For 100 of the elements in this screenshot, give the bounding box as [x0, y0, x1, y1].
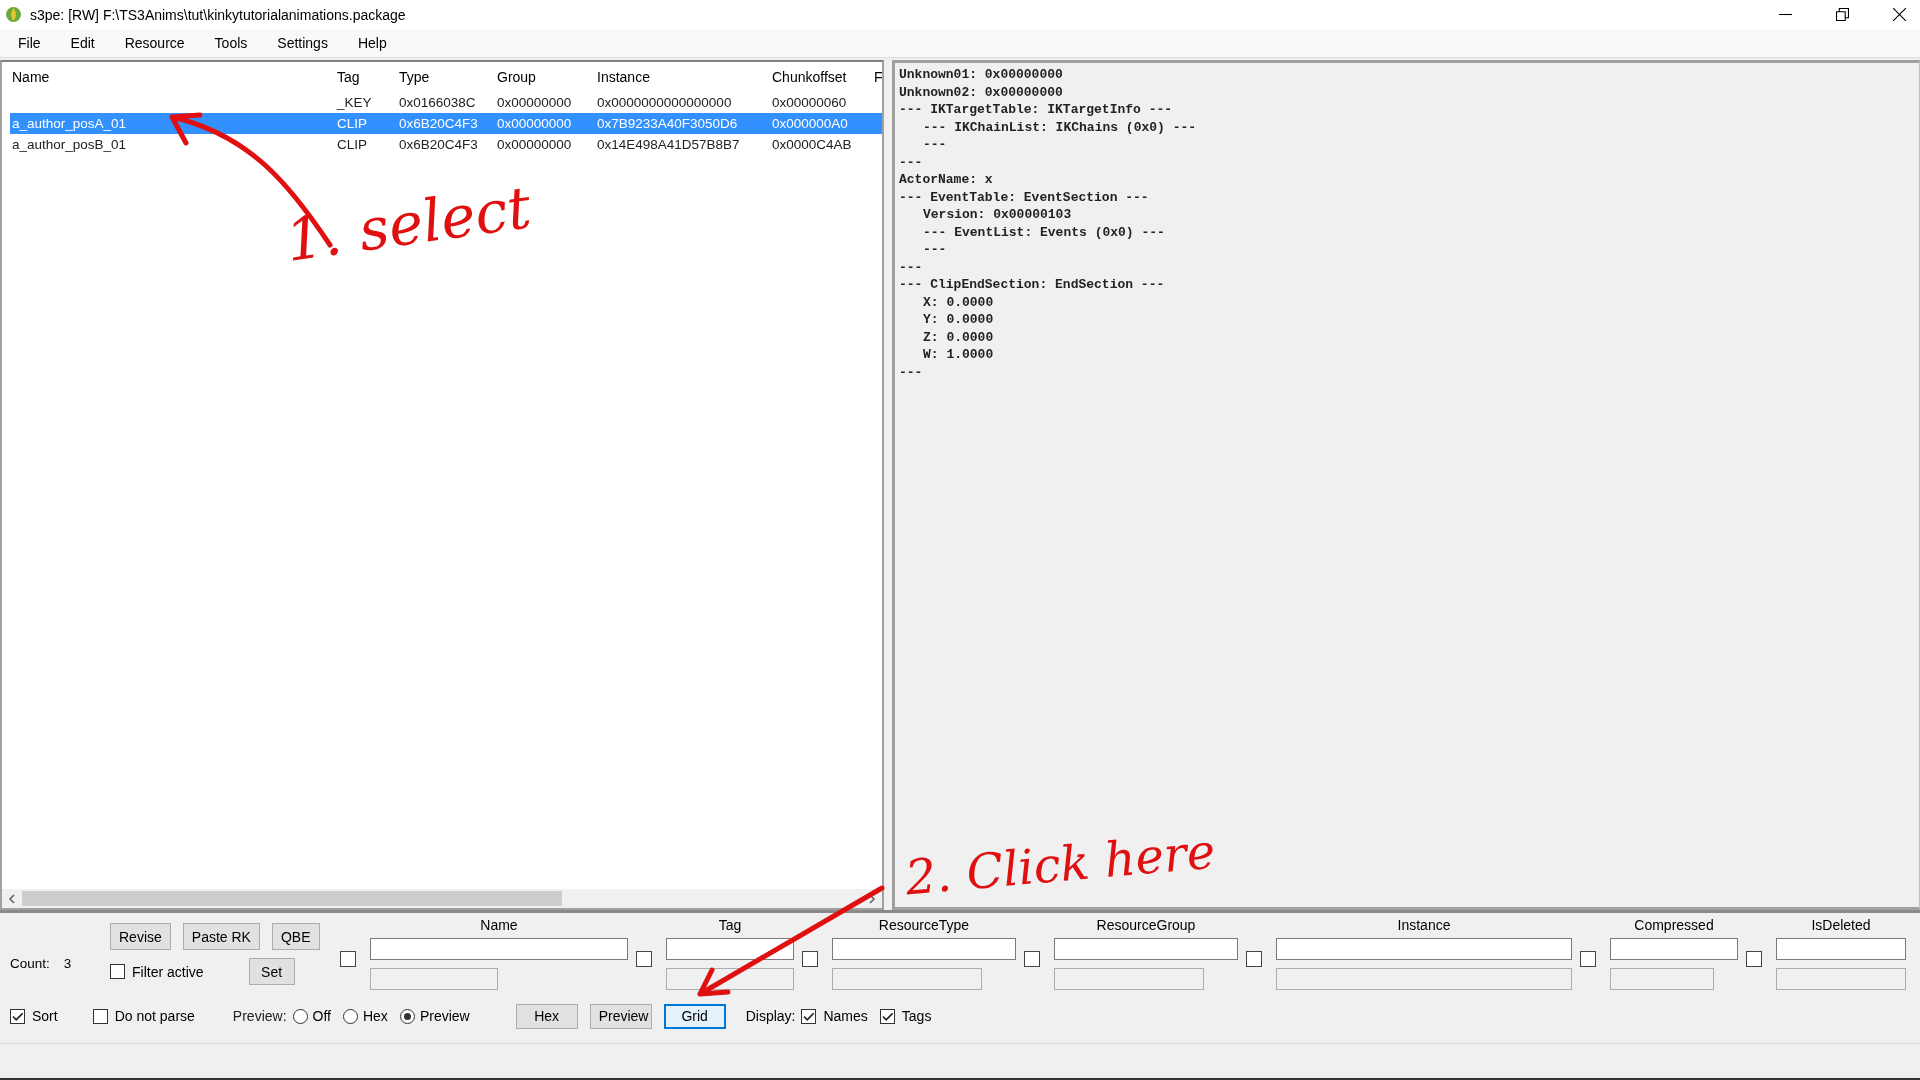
filter-input-field[interactable]	[1610, 938, 1738, 960]
table-cell: a_author_posB_01	[12, 137, 127, 152]
view-button[interactable]: Grid	[663, 1003, 726, 1029]
filter-input-field[interactable]	[370, 938, 628, 960]
preview-radio[interactable]	[292, 1008, 308, 1024]
menu-item[interactable]: Tools	[214, 35, 248, 51]
preview-line: --- IKChainList: IKChains (0x0) ---	[923, 119, 1197, 135]
preview-line: ---	[899, 364, 923, 380]
table-cell: 0x00000000	[497, 95, 572, 110]
filter-checkbox[interactable]	[1746, 951, 1762, 967]
column-header[interactable]: Instance	[597, 69, 772, 85]
table-cell: 0x000000A0	[772, 116, 848, 131]
filter-checkbox[interactable]	[1580, 951, 1596, 967]
column-header[interactable]: Tag	[337, 69, 399, 85]
resource-row[interactable]: a_author_posB_01 CLIP 0x6B20C4F3 0x00000000 0x14E498A41D57B8B7 0x0000C4AB	[10, 134, 882, 155]
table-cell: 0x0000000000000000	[597, 95, 732, 110]
preview-line: X: 0.0000	[923, 294, 994, 310]
preview-radio[interactable]	[342, 1008, 358, 1024]
column-header[interactable]: Type	[399, 69, 497, 85]
display-checkbox[interactable]	[801, 1008, 817, 1024]
preview-line: Unknown02: 0x00000000	[899, 84, 1063, 100]
preview-radio[interactable]	[399, 1008, 415, 1024]
preview-line: --- ClipEndSection: EndSection ---	[899, 277, 1165, 292]
table-cell: a_author_posA_01	[12, 116, 127, 131]
filter-input-field[interactable]	[1276, 938, 1572, 960]
filter-input-field[interactable]	[1776, 938, 1906, 960]
filter-checkbox[interactable]	[636, 951, 652, 967]
restore-icon[interactable]	[1836, 8, 1849, 21]
table-cell: CLIP	[337, 137, 367, 152]
set-button[interactable]: Set	[248, 958, 295, 985]
filter-checkbox[interactable]	[1246, 951, 1262, 967]
close-icon[interactable]	[1893, 8, 1906, 21]
window-title: s3pe: [RW] F:\TS3Anims\tut\kinkytutorialanimations.package	[30, 6, 406, 23]
view-button[interactable]: Preview	[589, 1003, 652, 1029]
radio-label: Off	[312, 1008, 331, 1024]
preview-label: Preview:	[232, 1008, 287, 1024]
filter-input-field[interactable]	[1054, 938, 1238, 960]
sort-checkbox[interactable]	[10, 1008, 25, 1024]
resource-row[interactable]: _KEY 0x0166038C 0x00000000 0x0000000000000000 0x00000060	[10, 92, 882, 113]
field-label: Name	[479, 916, 519, 935]
table-cell: 0x00000000	[497, 137, 572, 152]
field-label: IsDeleted	[1810, 916, 1872, 935]
checkbox-label: Sort	[32, 1008, 58, 1024]
checkbox-label: Names	[823, 1008, 868, 1024]
display-label: Display:	[745, 1008, 796, 1024]
annotation-text: 2. Click here	[903, 826, 1217, 902]
column-header[interactable]: F	[874, 69, 882, 85]
column-header[interactable]: Chunkoffset	[772, 69, 874, 85]
filter-active-checkbox[interactable]	[110, 964, 125, 979]
table-cell: _KEY	[337, 95, 372, 110]
checkbox-label: Tags	[901, 1008, 932, 1024]
horizontal-scrollbar[interactable]	[2, 889, 882, 908]
table-cell: 0x14E498A41D57B8B7	[597, 137, 740, 152]
menu-item[interactable]: Resource	[124, 35, 185, 51]
preview-line: --- IKTargetTable: IKTargetInfo ---	[899, 102, 1173, 117]
scroll-left-icon[interactable]	[8, 893, 16, 904]
scroll-thumb[interactable]	[22, 891, 562, 906]
preview-line: --- EventList: Events (0x0) ---	[923, 224, 1165, 240]
preview-line: Z: 0.0000	[923, 329, 994, 345]
count-label: Count:	[10, 956, 50, 973]
preview-line: ActorName: x	[899, 172, 993, 187]
table-cell: 0x00000060	[772, 95, 847, 110]
checkbox-label: Filter active	[132, 963, 204, 980]
preview-line: ---	[923, 242, 947, 257]
table-cell: 0x6B20C4F3	[399, 137, 478, 152]
display-checkbox[interactable]	[879, 1008, 895, 1024]
filter-button[interactable]: Paste RK	[182, 923, 260, 950]
column-header[interactable]: Name	[12, 69, 337, 85]
filter-input-field[interactable]	[666, 938, 794, 960]
preview-line: ---	[899, 259, 923, 275]
table-cell: 0x0000C4AB	[772, 137, 852, 152]
table-cell: 0x6B20C4F3	[399, 116, 478, 131]
menu-item[interactable]: Help	[357, 35, 387, 51]
annotation-text: 1. select	[282, 178, 535, 270]
table-cell: 0x0166038C	[399, 95, 476, 110]
filter-checkbox[interactable]	[802, 951, 818, 967]
menu-item[interactable]: File	[18, 35, 41, 51]
filter-button[interactable]: Revise	[110, 923, 171, 950]
column-header[interactable]: Group	[497, 69, 597, 85]
radio-label: Preview	[419, 1008, 470, 1024]
field-label: Compressed	[1633, 916, 1715, 935]
checkbox-label: Do not parse	[114, 1008, 195, 1024]
filter-checkbox[interactable]	[1024, 951, 1040, 967]
field-label: Tag	[717, 916, 743, 935]
preview-line: ---	[899, 154, 923, 170]
field-label: Instance	[1396, 916, 1452, 935]
scroll-right-icon[interactable]	[868, 893, 876, 904]
preview-line: Y: 0.0000	[923, 312, 994, 327]
view-button[interactable]: Hex	[515, 1003, 578, 1029]
count-value: 3	[63, 956, 72, 973]
radio-label: Hex	[362, 1008, 388, 1024]
table-cell: 0x00000000	[497, 116, 572, 131]
field-label: ResourceType	[877, 916, 971, 935]
filter-input-field[interactable]	[832, 938, 1016, 960]
field-label: ResourceGroup	[1095, 916, 1197, 935]
filter-checkbox[interactable]	[340, 951, 356, 967]
do-not-parse-checkbox[interactable]	[92, 1008, 108, 1024]
menu-item[interactable]: Edit	[70, 35, 95, 51]
menu-item[interactable]: Settings	[277, 35, 328, 51]
filter-button[interactable]: QBE	[271, 923, 320, 950]
